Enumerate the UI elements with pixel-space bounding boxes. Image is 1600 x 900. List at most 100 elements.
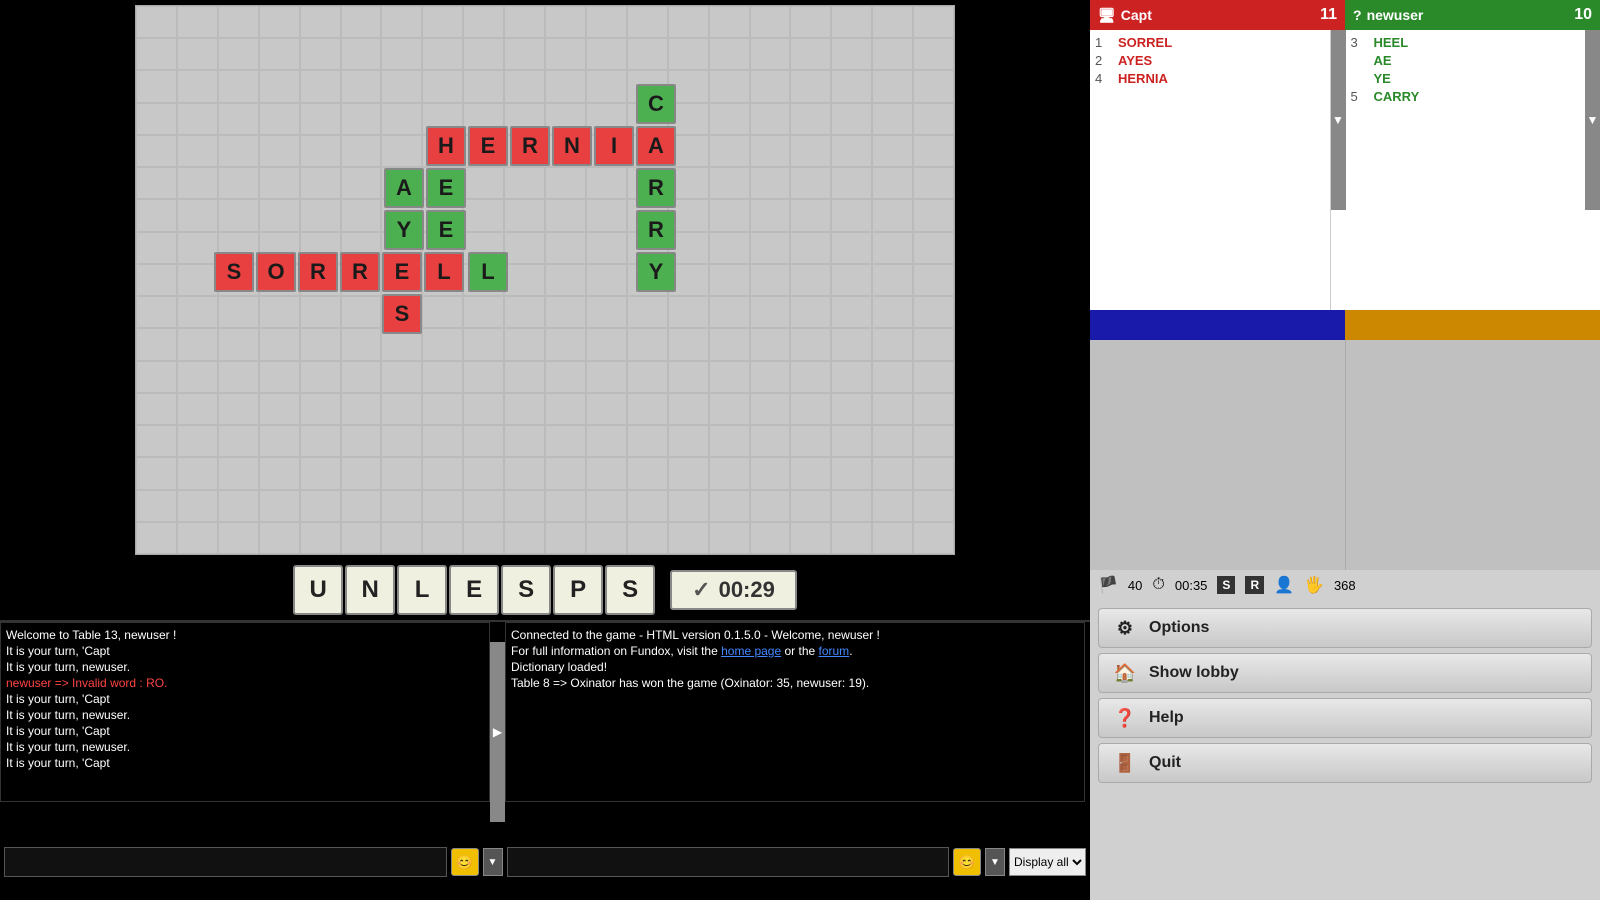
- board-cell[interactable]: [872, 264, 913, 296]
- board-cell[interactable]: [872, 393, 913, 425]
- board-cell[interactable]: [177, 328, 218, 360]
- board-cell[interactable]: [831, 393, 872, 425]
- board-cell[interactable]: [422, 490, 463, 522]
- board-cell[interactable]: [750, 38, 791, 70]
- board-cell[interactable]: [504, 38, 545, 70]
- board-cell[interactable]: [750, 393, 791, 425]
- board-cell[interactable]: [709, 296, 750, 328]
- board-tile[interactable]: Y: [636, 252, 676, 292]
- board-cell[interactable]: [913, 264, 954, 296]
- board-cell[interactable]: [218, 328, 259, 360]
- board-cell[interactable]: [381, 135, 422, 167]
- board-cell[interactable]: [709, 70, 750, 102]
- board-cell[interactable]: [463, 522, 504, 554]
- chat-left-input[interactable]: [4, 847, 447, 877]
- board-cell[interactable]: [831, 199, 872, 231]
- board-cell[interactable]: [586, 264, 627, 296]
- board-cell[interactable]: [341, 393, 382, 425]
- board-cell[interactable]: [218, 6, 259, 38]
- board-cell[interactable]: [504, 232, 545, 264]
- board-cell[interactable]: [913, 361, 954, 393]
- board-cell[interactable]: [831, 167, 872, 199]
- board-cell[interactable]: [422, 393, 463, 425]
- board-cell[interactable]: [136, 167, 177, 199]
- board-cell[interactable]: [750, 167, 791, 199]
- board-cell[interactable]: [790, 522, 831, 554]
- board-cell[interactable]: [586, 232, 627, 264]
- board-cell[interactable]: [709, 38, 750, 70]
- board-cell[interactable]: [668, 296, 709, 328]
- chat-right[interactable]: Connected to the game - HTML version 0.1…: [505, 622, 1085, 802]
- board-tile[interactable]: O: [256, 252, 296, 292]
- board-cell[interactable]: [586, 296, 627, 328]
- board-cell[interactable]: [545, 296, 586, 328]
- board-cell[interactable]: [627, 457, 668, 489]
- board-cell[interactable]: [300, 328, 341, 360]
- board-cell[interactable]: [218, 199, 259, 231]
- board-tile[interactable]: E: [382, 252, 422, 292]
- board-cell[interactable]: [218, 361, 259, 393]
- board-cell[interactable]: [545, 232, 586, 264]
- board-cell[interactable]: [545, 199, 586, 231]
- board-cell[interactable]: [136, 393, 177, 425]
- board-cell[interactable]: [586, 393, 627, 425]
- board-cell[interactable]: [177, 393, 218, 425]
- rack-tile[interactable]: U: [293, 565, 343, 615]
- board-cell[interactable]: [381, 103, 422, 135]
- board-cell[interactable]: [177, 103, 218, 135]
- board-cell[interactable]: [300, 70, 341, 102]
- board-cell[interactable]: [300, 393, 341, 425]
- board-tile[interactable]: E: [468, 126, 508, 166]
- board-cell[interactable]: [668, 38, 709, 70]
- board-cell[interactable]: [136, 361, 177, 393]
- board-cell[interactable]: [790, 457, 831, 489]
- board-cell[interactable]: [341, 135, 382, 167]
- board-cell[interactable]: [586, 328, 627, 360]
- board-cell[interactable]: [381, 457, 422, 489]
- board-cell[interactable]: [218, 393, 259, 425]
- board-cell[interactable]: [136, 522, 177, 554]
- board-cell[interactable]: [259, 296, 300, 328]
- board-cell[interactable]: [750, 425, 791, 457]
- board-cell[interactable]: [545, 167, 586, 199]
- board-cell[interactable]: [831, 490, 872, 522]
- board-cell[interactable]: [463, 296, 504, 328]
- help-button[interactable]: ❓ Help: [1098, 698, 1592, 738]
- emoji-dropdown-right[interactable]: ▼: [985, 848, 1005, 876]
- board-cell[interactable]: [790, 425, 831, 457]
- board-cell[interactable]: [750, 296, 791, 328]
- board-cell[interactable]: [790, 361, 831, 393]
- board-cell[interactable]: [177, 38, 218, 70]
- shuffle-icon[interactable]: S: [1217, 576, 1235, 594]
- board-cell[interactable]: [300, 425, 341, 457]
- board-tile[interactable]: S: [214, 252, 254, 292]
- board-cell[interactable]: [218, 38, 259, 70]
- board-cell[interactable]: [300, 457, 341, 489]
- board-cell[interactable]: [218, 457, 259, 489]
- board-cell[interactable]: [831, 103, 872, 135]
- board-cell[interactable]: [463, 457, 504, 489]
- emoji-btn-left[interactable]: 😊: [451, 848, 479, 876]
- board-cell[interactable]: [259, 38, 300, 70]
- board-cell[interactable]: [545, 361, 586, 393]
- board-cell[interactable]: [545, 490, 586, 522]
- board-tile[interactable]: E: [426, 168, 466, 208]
- board-cell[interactable]: [913, 103, 954, 135]
- rack-tile[interactable]: S: [605, 565, 655, 615]
- board-cell[interactable]: [709, 199, 750, 231]
- board-cell[interactable]: [259, 135, 300, 167]
- board-cell[interactable]: [709, 361, 750, 393]
- board-cell[interactable]: [381, 38, 422, 70]
- board-cell[interactable]: [872, 457, 913, 489]
- board-cell[interactable]: [218, 70, 259, 102]
- board-cell[interactable]: [300, 199, 341, 231]
- board-tile[interactable]: Y: [384, 210, 424, 250]
- board-cell[interactable]: [463, 167, 504, 199]
- rack-tile[interactable]: P: [553, 565, 603, 615]
- board-cell[interactable]: [463, 425, 504, 457]
- board-cell[interactable]: [750, 328, 791, 360]
- board-cell[interactable]: [627, 393, 668, 425]
- board-cell[interactable]: [545, 425, 586, 457]
- board-cell[interactable]: [300, 103, 341, 135]
- board-cell[interactable]: [586, 38, 627, 70]
